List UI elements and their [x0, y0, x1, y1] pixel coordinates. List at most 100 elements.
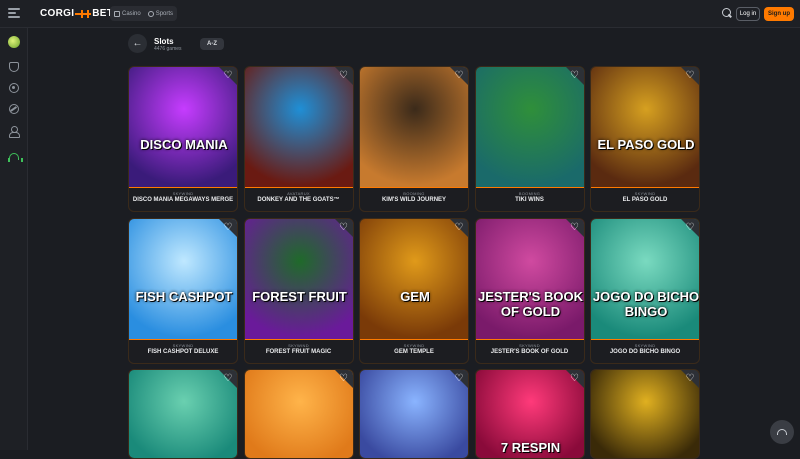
game-provider: SKYWIND: [172, 191, 194, 196]
game-provider: SKYWIND: [403, 342, 425, 348]
sort-button[interactable]: A-Z: [200, 38, 224, 50]
heart-icon[interactable]: ♡: [223, 71, 233, 81]
game-caption: SKYWIND JESTER'S BOOK OF GOLD: [475, 338, 584, 363]
casino-icon: [114, 10, 120, 17]
game-thumbnail: [475, 218, 584, 339]
game-name: JOGO DO BICHO BINGO: [609, 348, 681, 355]
game-caption: SKYWIND FOREST FRUIT MAGIC: [244, 338, 353, 363]
back-button[interactable]: ←: [128, 34, 147, 53]
heart-icon[interactable]: ♡: [339, 374, 349, 384]
game-card[interactable]: GEM ♡ SKYWIND GEM TEMPLE: [359, 217, 469, 364]
game-provider: BOOMING: [403, 191, 425, 196]
game-card[interactable]: EL PASO GOLD ♡ SKYWIND EL PASO GOLD: [590, 66, 700, 212]
heart-icon[interactable]: ♡: [570, 222, 580, 233]
logo-mark-icon: [75, 9, 92, 18]
game-art-title: JOGO DO BICHO BINGO: [592, 288, 700, 319]
tennis-ball-icon[interactable]: [6, 36, 22, 48]
game-card[interactable]: FOREST FRUIT ♡ SKYWIND FOREST FRUIT MAGIC: [243, 217, 354, 364]
game-caption: SKYWIND JOGO DO BICHO BINGO: [591, 338, 699, 363]
game-caption: BOOMING KIM'S WILD JOURNEY: [360, 187, 468, 211]
signup-button[interactable]: Sign up: [764, 7, 794, 21]
heart-icon[interactable]: ♡: [685, 71, 695, 81]
nav-casino[interactable]: Casino: [114, 10, 141, 17]
game-art-title: 7 RESPIN: [500, 440, 561, 455]
sports-ball-icon[interactable]: [9, 104, 19, 114]
game-provider: SKYWIND: [634, 342, 656, 348]
heart-icon[interactable]: ♡: [454, 222, 464, 233]
game-card[interactable]: 7 RESPIN ♡: [474, 369, 585, 459]
game-name: DONKEY AND THE GOATS™: [257, 197, 340, 203]
heart-icon[interactable]: ♡: [685, 374, 695, 384]
games-count: 4476 games: [154, 46, 182, 52]
game-card[interactable]: ♡ BOOMING KIM'S WILD JOURNEY: [359, 66, 469, 212]
game-caption: SKYWIND DISCO MANIA MEGAWAYS MERGE: [129, 187, 237, 211]
game-card[interactable]: ♡: [243, 369, 354, 459]
game-art-title: FISH CASHPOT: [135, 288, 233, 304]
game-caption: SKYWIND FISH CASHPOT DELUXE: [129, 338, 237, 363]
game-art-title: FOREST FRUIT: [252, 288, 347, 304]
casino-chip-icon[interactable]: [9, 83, 19, 93]
game-card[interactable]: ♡: [359, 369, 469, 459]
heart-icon[interactable]: ♡: [339, 222, 349, 233]
game-art-title: DISCO MANIA: [140, 137, 228, 152]
game-thumbnail: [360, 67, 468, 187]
game-name: FOREST FRUIT MAGIC: [265, 348, 332, 355]
user-icon[interactable]: [9, 126, 20, 138]
game-provider: SKYWIND: [172, 342, 194, 348]
top-nav: Casino Sports: [110, 6, 178, 21]
heart-icon[interactable]: ♡: [223, 222, 233, 233]
game-caption: BOOMING TIKI WINS: [475, 187, 584, 211]
heart-icon[interactable]: ♡: [570, 71, 580, 81]
game-name: KIM'S WILD JOURNEY: [381, 197, 447, 203]
game-card[interactable]: ♡: [590, 369, 700, 459]
login-button[interactable]: Log in: [736, 7, 760, 21]
game-card[interactable]: JESTER'S BOOK OF GOLD ♡ SKYWIND JESTER'S BO…: [474, 217, 585, 364]
support-chat-button[interactable]: [770, 420, 794, 444]
page-title: Slots: [154, 37, 174, 46]
game-thumbnail: [360, 218, 468, 339]
heart-icon[interactable]: ♡: [339, 71, 349, 81]
heart-icon[interactable]: ♡: [685, 222, 695, 233]
game-caption: SKYWIND EL PASO GOLD: [591, 187, 699, 211]
game-card[interactable]: FISH CASHPOT ♡ SKYWIND FISH CASHPOT DELUXE: [128, 217, 238, 364]
menu-icon[interactable]: [8, 8, 20, 18]
heart-icon[interactable]: ♡: [570, 374, 580, 384]
heart-icon[interactable]: ♡: [454, 374, 464, 384]
shield-icon[interactable]: [9, 62, 19, 72]
game-caption: AVATARUX DONKEY AND THE GOATS™: [244, 187, 353, 211]
game-thumbnail: [591, 218, 699, 339]
game-thumbnail: [244, 218, 353, 339]
game-provider: SKYWIND: [519, 342, 540, 348]
heart-icon[interactable]: ♡: [223, 374, 233, 384]
nav-sports[interactable]: Sports: [147, 10, 173, 17]
game-thumbnail: [244, 67, 353, 187]
game-thumbnail: [475, 67, 584, 187]
game-provider: AVATARUX: [287, 191, 310, 196]
game-art-title: JESTER'S BOOK OF GOLD: [478, 288, 583, 319]
heart-icon[interactable]: ♡: [454, 71, 464, 81]
game-card[interactable]: ♡ AVATARUX DONKEY AND THE GOATS™: [243, 66, 354, 212]
arrow-left-icon: ←: [132, 37, 143, 49]
game-art-title: GEM: [400, 288, 430, 304]
game-caption: SKYWIND GEM TEMPLE: [360, 338, 468, 363]
game-thumbnail: [129, 218, 237, 339]
game-name: DISCO MANIA MEGAWAYS MERGE: [132, 197, 234, 203]
top-bar: CORGI BET Casino Sports Log in Sign up: [0, 0, 800, 28]
site-logo[interactable]: CORGI BET: [40, 8, 113, 19]
headset-icon[interactable]: [8, 153, 23, 162]
search-icon[interactable]: [722, 8, 732, 18]
game-name: EL PASO GOLD: [622, 197, 668, 203]
game-provider: BOOMING: [518, 191, 541, 196]
game-provider: SKYWIND: [634, 191, 656, 196]
game-thumbnail: [129, 67, 237, 187]
game-card[interactable]: JOGO DO BICHO BINGO ♡ SKYWIND JOGO DO BICHO…: [590, 217, 700, 364]
game-name: FISH CASHPOT DELUXE: [147, 348, 219, 355]
sidebar: [0, 28, 28, 450]
game-provider: SKYWIND: [288, 342, 309, 348]
game-name: GEM TEMPLE: [394, 348, 434, 355]
logo-left: CORGI: [40, 8, 75, 19]
headset-icon: [777, 429, 787, 435]
game-card[interactable]: ♡ BOOMING TIKI WINS: [474, 66, 585, 212]
game-card[interactable]: DISCO MANIA ♡ SKYWIND DISCO MANIA MEGAWAYS …: [128, 66, 238, 212]
game-card[interactable]: ♡: [128, 369, 238, 459]
